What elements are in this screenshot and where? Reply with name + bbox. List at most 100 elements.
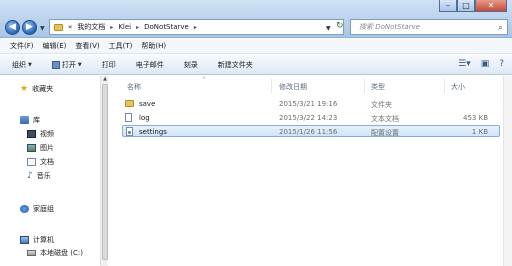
search-icon[interactable]: ⌕ xyxy=(498,21,503,35)
nav-local-disk-label: 本地磁盘 (C:) xyxy=(40,249,83,257)
breadcrumb-item-klei[interactable]: Klei xyxy=(118,23,131,31)
nav-music-label: 音乐 xyxy=(36,172,51,180)
menu-bar: 文件(F) 编辑(E) 查看(V) 工具(T) 帮助(H) xyxy=(0,39,512,54)
view-controls: ☰▾ ▣ ? xyxy=(458,59,504,69)
burn-label: 刻录 xyxy=(183,60,198,69)
help-icon[interactable]: ? xyxy=(499,59,504,69)
maximize-button[interactable]: □ xyxy=(457,0,475,12)
nav-homegroup-label: 家庭组 xyxy=(33,205,54,213)
title-bar: – □ ✕ ◀ ▶ ▼ « 我的文档 ▸ Klei ▸ DoNotStarve … xyxy=(0,0,512,38)
open-label: 打开 xyxy=(61,60,76,69)
nav-favorites[interactable]: ★ 收藏夹 xyxy=(20,84,53,94)
nav-documents-label: 文档 xyxy=(40,158,54,166)
breadcrumb-separator[interactable]: ▸ xyxy=(110,24,113,31)
menu-tools[interactable]: 工具(T) xyxy=(109,41,133,51)
column-divider[interactable] xyxy=(364,79,365,93)
view-options-icon[interactable]: ☰▾ xyxy=(458,59,471,69)
nav-pictures-label: 图片 xyxy=(40,144,54,152)
command-toolbar: 组织 ▼ 打开 ▼ 打印 电子邮件 刻录 新建文件夹 ☰▾ ▣ ? xyxy=(0,55,512,75)
address-bar[interactable]: « 我的文档 ▸ Klei ▸ DoNotStarve ▸ xyxy=(49,19,344,35)
file-type: 配置设置 xyxy=(371,129,399,137)
video-icon xyxy=(27,130,36,138)
nav-pictures[interactable]: 图片 xyxy=(27,143,54,153)
file-modified: 2015/1/26 11:56 xyxy=(279,128,338,136)
window-controls: – □ ✕ xyxy=(439,0,507,12)
breadcrumb-separator[interactable]: ▸ xyxy=(194,24,197,31)
file-row-log[interactable]: log 2015/3/22 14:23 文本文档 453 KB xyxy=(122,112,500,124)
organize-label: 组织 xyxy=(12,60,26,69)
breadcrumb-item-donotstarve[interactable]: DoNotStarve xyxy=(144,23,189,31)
preview-pane-icon[interactable]: ▣ xyxy=(481,59,490,69)
back-button[interactable]: ◀ xyxy=(5,20,20,35)
menu-help[interactable]: 帮助(H) xyxy=(141,41,166,51)
address-dropdown[interactable]: ▼ xyxy=(326,25,331,32)
nav-libraries[interactable]: 库 xyxy=(20,115,40,125)
nav-videos-label: 视频 xyxy=(40,130,54,138)
file-list: 名称 ^ 修改日期 类型 大小 save 2015/3/21 19:16 文件夹… xyxy=(109,76,512,266)
navigation-pane: ★ 收藏夹 库 视频 图片 文档 ♪ 音乐 家庭组 计算机 本地磁盘 (C:) … xyxy=(0,76,108,266)
column-divider[interactable] xyxy=(444,79,445,93)
file-size: 453 KB xyxy=(463,114,488,122)
arrow-left-icon: ◀ xyxy=(9,22,16,32)
breadcrumb-separator[interactable]: ▸ xyxy=(136,24,139,31)
picture-icon xyxy=(27,144,36,152)
new-folder-button[interactable]: 新建文件夹 xyxy=(218,60,253,70)
folder-icon xyxy=(125,100,134,107)
nav-music[interactable]: ♪ 音乐 xyxy=(27,171,51,181)
print-button[interactable]: 打印 xyxy=(102,60,116,70)
nav-videos[interactable]: 视频 xyxy=(27,129,54,139)
text-file-icon xyxy=(125,113,132,122)
organize-button[interactable]: 组织 ▼ xyxy=(12,60,32,70)
file-name: settings xyxy=(139,128,167,136)
recent-pages-dropdown[interactable]: ▼ xyxy=(40,25,45,32)
file-list-scrollbar[interactable] xyxy=(503,76,512,266)
column-header-size[interactable]: 大小 xyxy=(451,82,465,92)
music-icon: ♪ xyxy=(27,171,33,181)
column-divider[interactable] xyxy=(271,79,272,93)
nav-libraries-label: 库 xyxy=(33,116,40,124)
minimize-button[interactable]: – xyxy=(439,0,457,12)
folder-icon xyxy=(54,23,63,31)
search-input[interactable]: 搜索 DoNotStarve ⌕ xyxy=(350,19,508,35)
file-modified: 2015/3/22 14:23 xyxy=(279,114,338,122)
close-button[interactable]: ✕ xyxy=(475,0,507,12)
nav-favorites-label: 收藏夹 xyxy=(32,85,54,93)
file-type: 文件夹 xyxy=(371,101,392,109)
menu-edit[interactable]: 编辑(E) xyxy=(43,41,67,51)
email-button[interactable]: 电子邮件 xyxy=(136,60,164,70)
file-row-settings[interactable]: settings 2015/1/26 11:56 配置设置 1 KB xyxy=(122,125,500,137)
scroll-up-icon[interactable]: ▲ xyxy=(101,76,109,82)
file-name: log xyxy=(139,114,150,122)
arrow-right-icon: ▶ xyxy=(26,22,33,32)
library-icon xyxy=(20,116,29,124)
document-icon xyxy=(27,158,36,166)
forward-button[interactable]: ▶ xyxy=(22,20,37,35)
refresh-button[interactable]: ↻ xyxy=(336,21,344,31)
burn-button[interactable]: 刻录 xyxy=(184,60,198,70)
chevron-down-icon: ▼ xyxy=(77,61,82,68)
column-header-modified[interactable]: 修改日期 xyxy=(279,82,307,92)
computer-icon xyxy=(20,236,29,244)
star-icon: ★ xyxy=(20,84,29,94)
file-modified: 2015/3/21 19:16 xyxy=(279,100,338,108)
nav-documents[interactable]: 文档 xyxy=(27,157,54,167)
breadcrumb-overflow[interactable]: « xyxy=(68,23,72,31)
menu-view[interactable]: 查看(V) xyxy=(75,41,99,51)
nav-local-disk[interactable]: 本地磁盘 (C:) xyxy=(27,248,83,258)
nav-scroll-thumb[interactable] xyxy=(102,84,108,260)
nav-homegroup[interactable]: 家庭组 xyxy=(20,204,54,214)
sort-indicator-icon: ^ xyxy=(202,77,207,83)
open-button[interactable]: 打开 ▼ xyxy=(51,60,82,70)
open-icon xyxy=(51,60,60,69)
column-header-type[interactable]: 类型 xyxy=(371,82,385,92)
nav-computer[interactable]: 计算机 xyxy=(20,235,54,245)
file-row-save[interactable]: save 2015/3/21 19:16 文件夹 xyxy=(122,98,500,110)
menu-file[interactable]: 文件(F) xyxy=(10,41,34,51)
nav-computer-label: 计算机 xyxy=(33,236,54,244)
new-folder-label: 新建文件夹 xyxy=(217,60,253,69)
breadcrumb-item-documents[interactable]: 我的文档 xyxy=(77,22,105,32)
refresh-icon: ↻ xyxy=(336,21,344,31)
search-placeholder: 搜索 DoNotStarve xyxy=(359,23,420,31)
nav-scrollbar[interactable]: ▲ xyxy=(100,76,108,266)
column-header-name[interactable]: 名称 xyxy=(127,82,141,92)
